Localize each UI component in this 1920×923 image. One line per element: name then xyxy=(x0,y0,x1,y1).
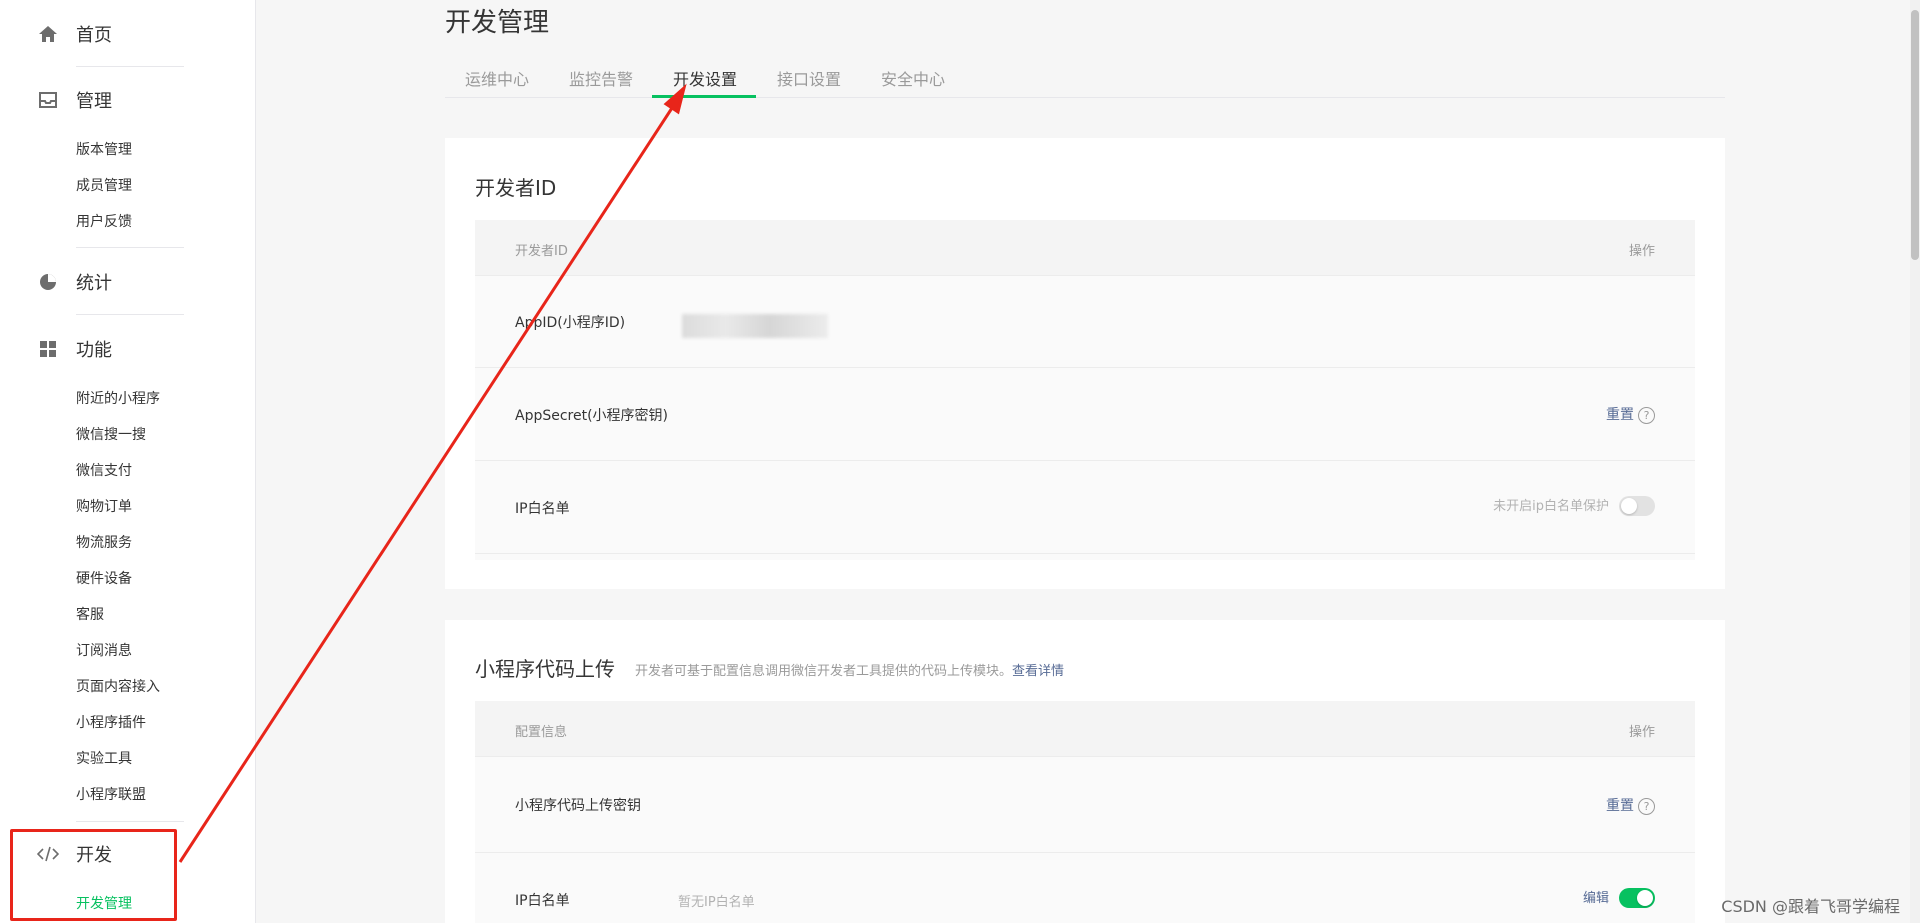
table-row: IP白名单 暂无IP白名单 编辑 xyxy=(475,853,1695,923)
sidebar-item-wechat-pay[interactable]: 微信支付 xyxy=(76,461,132,481)
help-icon[interactable]: ? xyxy=(1638,797,1655,815)
header-col1: 开发者ID xyxy=(515,244,568,259)
appsecret-actions: 重置? xyxy=(1606,404,1655,424)
sidebar-manage-label: 管理 xyxy=(76,91,112,112)
sidebar-item-subscribe[interactable]: 订阅消息 xyxy=(76,641,132,661)
sidebar-features[interactable]: 功能 xyxy=(0,329,256,369)
code-upload-title: 小程序代码上传 xyxy=(475,657,615,681)
table-row: AppSecret(小程序密钥) 重置? xyxy=(475,368,1695,461)
sidebar-home[interactable]: 首页 xyxy=(0,14,256,54)
code-upload-card: 小程序代码上传 开发者可基于配置信息调用微信开发者工具提供的代码上传模块。查看详… xyxy=(445,620,1725,923)
tab-api-settings[interactable]: 接口设置 xyxy=(777,66,841,98)
active-tab-indicator xyxy=(652,95,756,98)
sidebar-item-version[interactable]: 版本管理 xyxy=(76,140,132,160)
ip-protection-toggle[interactable] xyxy=(1619,496,1655,516)
sidebar-features-label: 功能 xyxy=(76,340,112,361)
upload-key-label: 小程序代码上传密钥 xyxy=(515,798,641,814)
inbox-icon xyxy=(36,88,60,112)
view-details-link[interactable]: 查看详情 xyxy=(1012,664,1064,679)
sidebar-home-label: 首页 xyxy=(76,25,112,46)
table-row: 小程序代码上传密钥 重置? xyxy=(475,757,1695,853)
tab-monitor[interactable]: 监控告警 xyxy=(569,66,633,98)
watermark: CSDN @跟着飞哥学编程 xyxy=(1721,897,1900,916)
sidebar-item-nearby[interactable]: 附近的小程序 xyxy=(76,389,160,409)
tab-dev-settings[interactable]: 开发设置 xyxy=(673,66,737,98)
developer-id-title: 开发者ID xyxy=(475,176,557,200)
sidebar-item-wechat-search[interactable]: 微信搜一搜 xyxy=(76,425,146,445)
scrollbar[interactable] xyxy=(1910,0,1920,923)
developer-id-table: 开发者ID 操作 AppID(小程序ID) AppSecret(小程序密钥) 重… xyxy=(475,220,1695,560)
sidebar-item-lab[interactable]: 实验工具 xyxy=(76,749,132,769)
sidebar-item-customer-service[interactable]: 客服 xyxy=(76,605,104,625)
code-upload-table: 配置信息 操作 小程序代码上传密钥 重置? IP白名单 暂无IP白名单 编辑 xyxy=(475,701,1695,923)
upload-key-actions: 重置? xyxy=(1606,795,1655,815)
scrollbar-thumb[interactable] xyxy=(1911,10,1919,260)
header-col2: 操作 xyxy=(1628,725,1655,740)
upload-ip-whitelist-value: 暂无IP白名单 xyxy=(678,895,755,910)
sidebar-item-hardware[interactable]: 硬件设备 xyxy=(76,569,132,589)
appsecret-label: AppSecret(小程序密钥) xyxy=(515,408,669,424)
help-icon[interactable]: ? xyxy=(1638,406,1655,424)
divider xyxy=(76,247,184,248)
sidebar-item-page-content[interactable]: 页面内容接入 xyxy=(76,677,160,697)
appid-value-redacted xyxy=(682,314,828,338)
header-col1: 配置信息 xyxy=(515,725,568,740)
sidebar-stats-label: 统计 xyxy=(76,273,112,294)
ip-protection-status: 未开启ip白名单保护 xyxy=(1493,499,1609,514)
annotation-highlight-box xyxy=(10,829,177,921)
sidebar-item-feedback[interactable]: 用户反馈 xyxy=(76,212,132,232)
sidebar-item-alliance[interactable]: 小程序联盟 xyxy=(76,785,146,805)
ip-whitelist-label: IP白名单 xyxy=(515,501,570,517)
sidebar: 首页 管理 版本管理 成员管理 用户反馈 统计 功能 附近的小程序 微信搜一搜 … xyxy=(0,0,256,923)
divider xyxy=(76,66,184,67)
divider xyxy=(76,821,184,822)
ip-whitelist-actions: 未开启ip白名单保护 xyxy=(1493,495,1655,516)
sidebar-item-orders[interactable]: 购物订单 xyxy=(76,497,132,517)
grid-icon xyxy=(36,337,60,361)
sidebar-item-logistics[interactable]: 物流服务 xyxy=(76,533,132,553)
table-header: 开发者ID 操作 xyxy=(475,220,1695,276)
appid-label: AppID(小程序ID) xyxy=(515,315,626,331)
table-row: IP白名单 未开启ip白名单保护 xyxy=(475,461,1695,554)
developer-id-card: 开发者ID 开发者ID 操作 AppID(小程序ID) AppSecret(小程… xyxy=(445,138,1725,589)
home-icon xyxy=(36,22,60,46)
tab-ops[interactable]: 运维中心 xyxy=(465,66,529,98)
reset-upload-key-button[interactable]: 重置 xyxy=(1606,798,1634,814)
sidebar-stats[interactable]: 统计 xyxy=(0,262,256,302)
code-upload-desc-text: 开发者可基于配置信息调用微信开发者工具提供的代码上传模块。 xyxy=(635,664,1013,679)
sidebar-manage[interactable]: 管理 xyxy=(0,80,256,120)
upload-ip-toggle[interactable] xyxy=(1619,888,1655,908)
code-upload-desc: 开发者可基于配置信息调用微信开发者工具提供的代码上传模块。查看详情 xyxy=(635,660,1064,679)
tab-security[interactable]: 安全中心 xyxy=(881,66,945,98)
sidebar-item-plugins[interactable]: 小程序插件 xyxy=(76,713,146,733)
table-row: AppID(小程序ID) xyxy=(475,276,1695,368)
edit-ip-whitelist-button[interactable]: 编辑 xyxy=(1583,891,1609,906)
tab-bar: 运维中心 监控告警 开发设置 接口设置 安全中心 xyxy=(445,58,1725,98)
upload-ip-whitelist-label: IP白名单 xyxy=(515,893,570,909)
pie-chart-icon xyxy=(36,270,60,294)
divider xyxy=(76,314,184,315)
table-header: 配置信息 操作 xyxy=(475,701,1695,757)
reset-secret-button[interactable]: 重置 xyxy=(1606,407,1634,423)
upload-ip-whitelist-actions: 编辑 xyxy=(1583,887,1655,908)
page-title: 开发管理 xyxy=(445,8,550,38)
header-col2: 操作 xyxy=(1628,244,1655,259)
sidebar-item-members[interactable]: 成员管理 xyxy=(76,176,132,196)
